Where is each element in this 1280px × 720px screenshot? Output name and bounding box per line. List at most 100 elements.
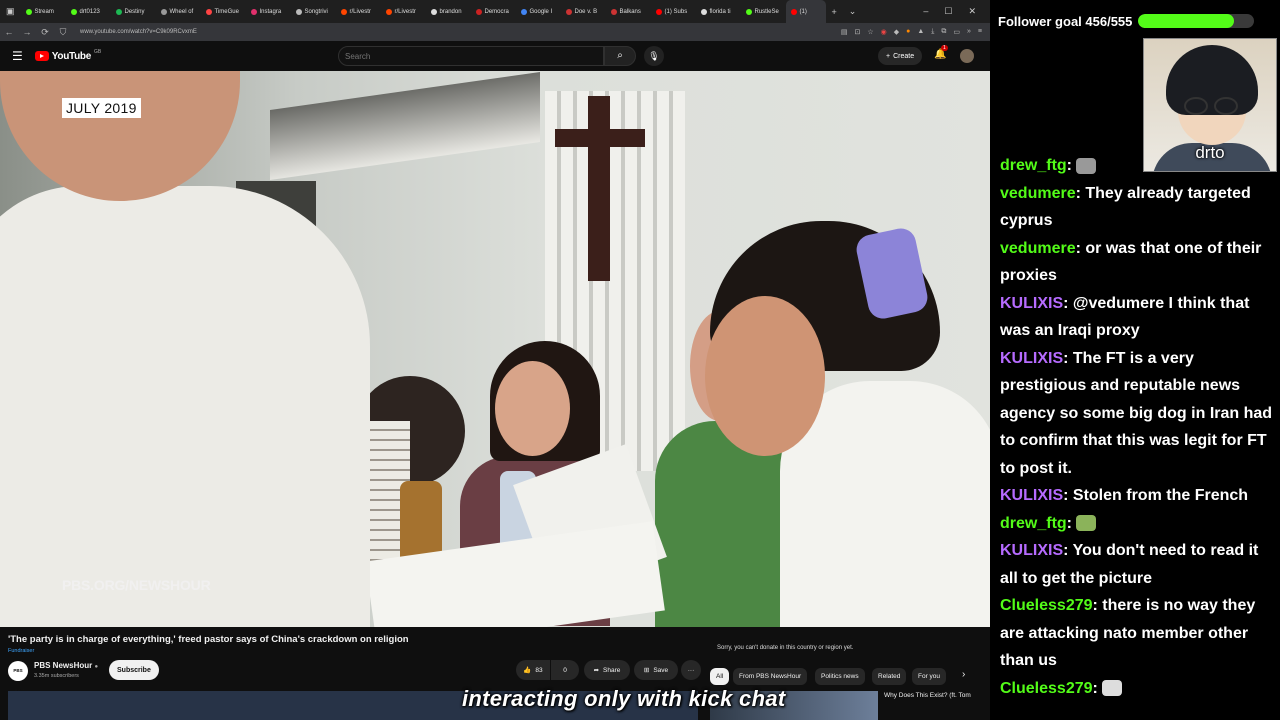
chip-all[interactable]: All <box>710 668 730 685</box>
browser-tab[interactable]: Democra <box>471 0 516 23</box>
chip-related[interactable]: Related <box>872 668 907 685</box>
browser-tab[interactable]: Wheel of <box>156 0 201 23</box>
chat-username[interactable]: KULIXIS <box>1000 295 1063 312</box>
chat-separator: : <box>1092 597 1103 614</box>
shield-icon[interactable]: ⛉ <box>54 27 72 38</box>
tab-favicon-icon <box>250 8 257 15</box>
glasses-icon <box>1184 97 1208 115</box>
reader-icon[interactable]: ▤ <box>841 28 848 36</box>
new-tab-button[interactable]: + <box>826 7 843 17</box>
extension-icon[interactable]: ◉ <box>881 28 887 36</box>
browser-tab[interactable]: Instagra <box>246 0 291 23</box>
fundraiser-link[interactable]: Fundraiser <box>8 648 34 654</box>
chat-username[interactable]: KULIXIS <box>1000 542 1063 559</box>
extension-icon[interactable]: ▲ <box>917 28 924 36</box>
chat-separator: : <box>1063 349 1073 367</box>
extensions-puzzle-icon[interactable]: ⧉ <box>941 28 946 36</box>
browser-tab[interactable]: Doe v. B <box>561 0 606 23</box>
extension-icon[interactable]: ● <box>906 28 910 36</box>
video-scene <box>0 186 370 627</box>
chat-username[interactable]: KULIXIS <box>1000 350 1063 367</box>
tab-favicon-icon <box>25 8 32 15</box>
plus-icon: + <box>886 52 891 60</box>
chat-username[interactable]: vedumere <box>1000 240 1076 257</box>
chip-from-channel[interactable]: From PBS NewsHour <box>733 668 808 685</box>
create-label: Create <box>893 52 915 60</box>
browser-tab[interactable]: Destiny <box>111 0 156 23</box>
recommendation-title[interactable]: Why Does This Exist? (ft. Tom <box>884 692 971 699</box>
browser-tab[interactable]: RustleSe <box>741 0 786 23</box>
tab-label: brandon <box>439 8 462 15</box>
chat-separator: : <box>1066 157 1077 174</box>
create-button[interactable]: + Create <box>878 47 923 65</box>
share-button[interactable]: ➦ Share <box>584 660 630 680</box>
dislike-button[interactable]: 0 <box>551 660 579 680</box>
follower-goal: Follower goal 456/555 <box>998 10 1270 32</box>
address-bar: ← → ⟳ ⛉ www.youtube.com/watch?v=C9k09RCv… <box>0 23 990 41</box>
extension-icon[interactable]: ◆ <box>894 28 899 36</box>
like-count: 83 <box>535 666 543 674</box>
tab-label: Google I <box>529 8 553 15</box>
account-avatar[interactable] <box>960 49 974 63</box>
back-icon[interactable]: ← <box>0 27 18 37</box>
hamburger-menu-icon[interactable]: ☰ <box>12 49 23 63</box>
reload-icon[interactable]: ⟳ <box>36 27 54 38</box>
chip-for-you[interactable]: For you <box>912 668 947 685</box>
donate-message: Sorry, you can't donate in this country … <box>717 645 854 651</box>
browser-tab[interactable]: (1) Subs <box>651 0 696 23</box>
chat-username[interactable]: drew_ftg <box>1000 157 1067 174</box>
chat-message: drew_ftg: <box>1000 152 1275 180</box>
tab-label: r/Livestr <box>349 8 371 15</box>
more-actions-button[interactable]: ··· <box>681 660 701 680</box>
minimize-icon[interactable]: – <box>923 6 928 17</box>
subscribe-button[interactable]: Subscribe <box>109 660 159 680</box>
video-player[interactable]: JULY 2019 PBS.ORG/NEWSHOUR <box>0 71 990 627</box>
browser-tab[interactable]: (1) <box>785 0 826 23</box>
browser-tab[interactable]: Balkans <box>606 0 651 23</box>
chat-message: KULIXIS: You don't need to read it all t… <box>1000 537 1275 592</box>
chip-politics-news[interactable]: Politics news <box>815 668 865 685</box>
browser-tab[interactable]: Stream <box>21 0 66 23</box>
chat-username[interactable]: Clueless279 <box>1000 597 1093 614</box>
youtube-logo[interactable]: YouTube GB <box>34 49 101 62</box>
browser-tab[interactable]: Songtrivi <box>291 0 336 23</box>
microphone-icon[interactable]: 🎙 <box>644 46 664 66</box>
chat-username[interactable]: Clueless279 <box>1000 680 1093 697</box>
chat-separator: : <box>1063 542 1073 559</box>
chat-message: drew_ftg: <box>1000 510 1275 538</box>
search-icon[interactable]: ⌕ <box>604 46 636 66</box>
maximize-icon[interactable]: ☐ <box>944 6 952 17</box>
browser-tab[interactable]: r/Livestr <box>381 0 426 23</box>
tab-search-icon[interactable]: ▣ <box>0 6 21 17</box>
chevron-right-icon[interactable]: › <box>962 669 965 680</box>
tab-favicon-icon <box>790 8 797 15</box>
browser-tab[interactable]: Google I <box>516 0 561 23</box>
sidebar-icon[interactable]: ▭ <box>953 28 960 36</box>
menu-icon[interactable]: ≡ <box>978 28 982 36</box>
forward-icon[interactable]: → <box>18 27 36 37</box>
tab-favicon-icon <box>475 8 482 15</box>
like-button[interactable]: 👍 83 <box>516 660 550 680</box>
save-button[interactable]: ⊞ Save <box>634 660 678 680</box>
browser-tab[interactable]: brandon <box>426 0 471 23</box>
chat-emote-icon <box>1076 157 1097 174</box>
notification-count-badge: 1 <box>941 45 948 51</box>
browser-tab[interactable]: TimeGue <box>201 0 246 23</box>
tab-menu-chevron-icon[interactable]: ⌄ <box>843 6 863 17</box>
channel-name[interactable]: PBS NewsHour ● <box>34 661 98 670</box>
browser-tab[interactable]: florida ti <box>696 0 741 23</box>
screenshot-icon[interactable]: ⊡ <box>854 28 860 36</box>
chat-username[interactable]: KULIXIS <box>1000 487 1063 504</box>
chat-username[interactable]: vedumere <box>1000 185 1076 202</box>
url-field[interactable]: www.youtube.com/watch?v=C9k09RCvxmE <box>80 29 197 35</box>
close-window-icon[interactable]: ✕ <box>968 6 976 17</box>
browser-tab[interactable]: drt0123 <box>66 0 111 23</box>
more-chevron-icon[interactable]: » <box>967 28 971 36</box>
search-input[interactable] <box>338 46 604 66</box>
channel-avatar[interactable]: PBS NEWS <box>8 661 28 693</box>
bookmark-star-icon[interactable]: ☆ <box>867 28 873 36</box>
browser-tab[interactable]: r/Livestr <box>336 0 381 23</box>
download-icon[interactable]: ⤓ <box>931 28 934 36</box>
chat-message: KULIXIS: @vedumere I think that was an I… <box>1000 290 1275 345</box>
chat-username[interactable]: drew_ftg <box>1000 515 1067 532</box>
